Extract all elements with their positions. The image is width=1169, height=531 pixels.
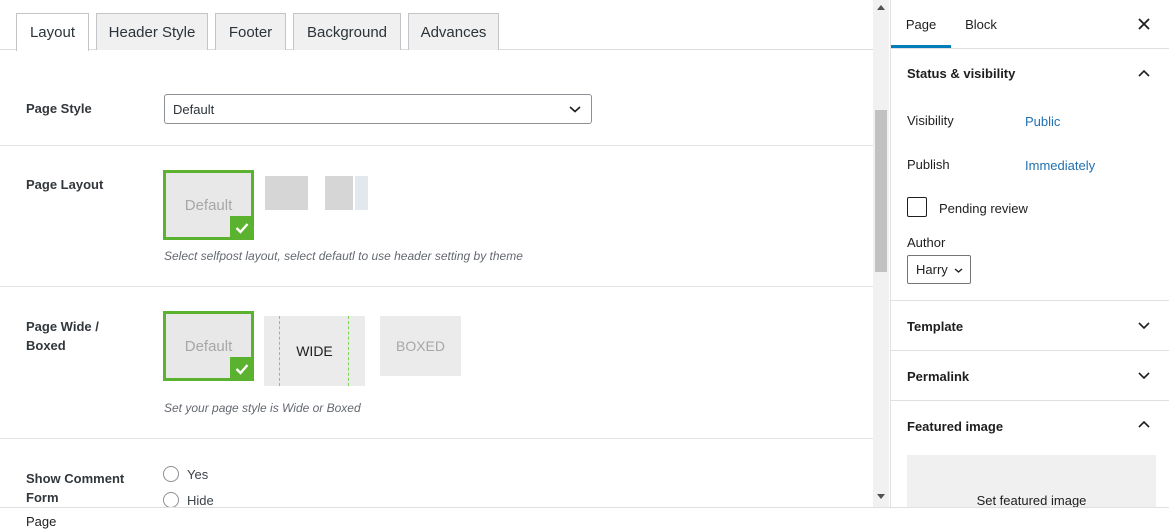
page-wide-help: Set your page style is Wide or Boxed <box>164 401 361 415</box>
wide-option-boxed[interactable]: BOXED <box>380 316 461 376</box>
status-visibility-header[interactable]: Status & visibility <box>891 49 1169 99</box>
tab-header-style[interactable]: Header Style <box>96 13 208 50</box>
layout-sidebar-block <box>355 176 368 210</box>
breadcrumb[interactable]: Page <box>26 514 56 529</box>
settings-tabs: Layout Header Style Footer Background Ad… <box>0 0 873 51</box>
pending-review-label: Pending review <box>939 201 1028 216</box>
status-bar: Page <box>0 507 1169 531</box>
visibility-link[interactable]: Public <box>1025 114 1060 129</box>
template-header[interactable]: Template <box>891 301 1169 351</box>
editor-sidebar: Page Block Status & visibility Visibilit… <box>890 0 1169 507</box>
wide-option-wide[interactable]: WIDE <box>264 316 365 386</box>
publish-label: Publish <box>907 157 950 172</box>
author-label: Author <box>907 235 946 250</box>
comment-form-label: Show Comment Form <box>26 471 125 505</box>
scroll-up-arrow-icon[interactable] <box>877 5 885 10</box>
set-featured-image-button[interactable]: Set featured image <box>907 455 1156 507</box>
main-scrollbar[interactable] <box>873 0 889 507</box>
check-icon <box>230 216 254 240</box>
template-title: Template <box>907 319 964 334</box>
comment-hide-label: Hide <box>187 492 214 508</box>
page-layout-label: Page Layout <box>26 177 104 192</box>
tab-layout[interactable]: Layout <box>16 13 89 51</box>
comment-radio-hide[interactable]: Hide <box>163 492 214 507</box>
page-wide-label: Page Wide / Boxed <box>26 319 99 353</box>
chevron-up-icon <box>1138 69 1150 77</box>
page-style-label: Page Style <box>26 101 92 116</box>
chevron-down-icon <box>1138 372 1150 380</box>
chevron-down-icon <box>1138 322 1150 330</box>
scroll-down-arrow-icon[interactable] <box>877 494 885 499</box>
layout-option-default[interactable]: Default <box>163 170 254 240</box>
comment-radio-yes[interactable]: Yes <box>163 466 208 482</box>
wide-option-default[interactable]: Default <box>163 311 254 381</box>
featured-image-header[interactable]: Featured image <box>891 401 1169 451</box>
set-featured-image-label: Set featured image <box>976 493 1087 507</box>
chevron-up-icon <box>1138 420 1150 428</box>
check-icon <box>230 357 254 381</box>
layout-main-block <box>325 176 353 210</box>
scrollbar-thumb[interactable] <box>875 110 887 272</box>
publish-link[interactable]: Immediately <box>1025 158 1095 173</box>
boxed-option-label: BOXED <box>395 338 445 354</box>
permalink-header[interactable]: Permalink <box>891 351 1169 401</box>
visibility-label: Visibility <box>907 113 954 128</box>
layout-option-full[interactable] <box>265 176 308 210</box>
author-value: Harry <box>916 262 948 277</box>
radio-circle[interactable] <box>163 492 179 507</box>
comment-yes-label: Yes <box>187 466 209 482</box>
layout-default-label: Default <box>184 196 233 214</box>
pending-review-checkbox[interactable] <box>907 197 927 217</box>
tab-advances[interactable]: Advances <box>408 13 499 50</box>
page-style-select[interactable]: Default <box>164 94 592 124</box>
wide-guide-left <box>279 316 280 386</box>
author-select[interactable]: Harry <box>907 255 971 284</box>
layout-option-sidebar[interactable] <box>325 176 368 210</box>
status-visibility-title: Status & visibility <box>907 66 1016 81</box>
settings-panel: Layout Header Style Footer Background Ad… <box>0 0 873 507</box>
page-style-value: Default <box>173 101 215 117</box>
featured-image-title: Featured image <box>907 419 1004 434</box>
wide-guide-right <box>348 316 349 386</box>
radio-circle[interactable] <box>163 466 179 482</box>
chevron-down-icon <box>954 268 963 273</box>
sidebar-tabs: Page Block <box>891 0 1169 49</box>
page-layout-row <box>0 146 873 287</box>
wide-default-label: Default <box>184 337 233 355</box>
page-layout-help: Select selfpost layout, select defautl t… <box>164 249 523 263</box>
tab-footer[interactable]: Footer <box>215 13 286 50</box>
close-icon[interactable] <box>1136 16 1152 32</box>
sidebar-tab-block[interactable]: Block <box>951 0 1011 48</box>
sidebar-tab-page[interactable]: Page <box>891 0 951 48</box>
permalink-title: Permalink <box>907 369 970 384</box>
chevron-down-icon <box>569 106 581 113</box>
tab-background[interactable]: Background <box>293 13 401 50</box>
wide-option-label: WIDE <box>296 343 333 359</box>
